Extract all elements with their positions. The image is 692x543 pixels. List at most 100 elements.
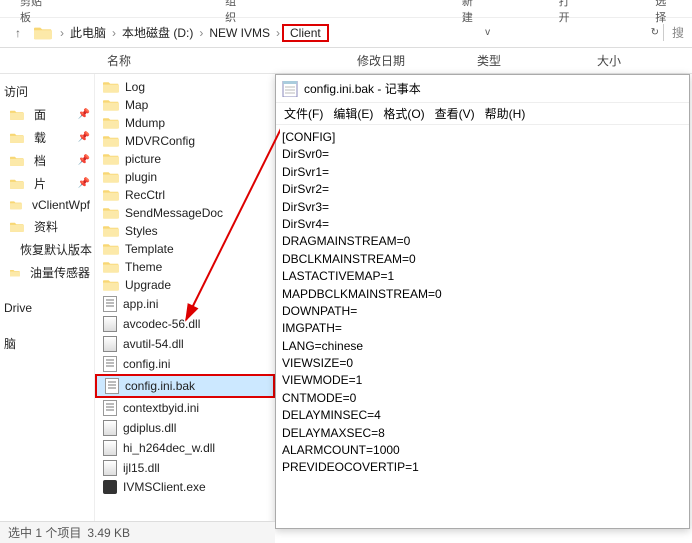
text-line: IMGPATH= xyxy=(282,320,683,337)
file-item[interactable]: RecCtrl xyxy=(95,186,275,204)
exe-file-icon xyxy=(103,480,117,494)
text-line: DBCLKMAINSTREAM=0 xyxy=(282,251,683,268)
crumb-disk[interactable]: 本地磁盘 (D:) xyxy=(118,24,197,41)
col-type[interactable]: 类型 xyxy=(477,52,597,69)
file-name: gdiplus.dll xyxy=(123,421,176,435)
folder-icon xyxy=(103,116,119,130)
file-item[interactable]: Log xyxy=(95,78,275,96)
pin-icon: 📌 xyxy=(78,155,90,166)
text-line: LASTACTIVEMAP=1 xyxy=(282,268,683,285)
sidebar-item[interactable]: 片📌 xyxy=(0,172,94,195)
file-item[interactable]: avcodec-56.dll xyxy=(95,314,275,334)
sidebar-item[interactable]: vClientWpf xyxy=(0,195,94,215)
file-item[interactable]: Upgrade xyxy=(95,276,275,294)
sidebar-pc[interactable]: 脑 xyxy=(0,332,94,355)
dll-file-icon xyxy=(103,420,117,436)
sidebar-item[interactable]: 油量传感器 xyxy=(0,261,94,284)
file-item[interactable]: IVMSClient.exe xyxy=(95,478,275,496)
crumb-ivms[interactable]: NEW IVMS xyxy=(205,26,274,40)
file-name: IVMSClient.exe xyxy=(123,480,206,494)
menu-item[interactable]: 帮助(H) xyxy=(485,105,526,122)
ribbon-select: 选择 xyxy=(655,0,672,25)
chevron-right-icon: › xyxy=(58,26,66,40)
folder-icon xyxy=(103,134,119,148)
sidebar-item[interactable]: 访问 xyxy=(0,80,94,103)
file-name: ijl15.dll xyxy=(123,461,160,475)
text-line: LANG=chinese xyxy=(282,338,683,355)
file-item[interactable]: SendMessageDoc xyxy=(95,204,275,222)
file-name: Styles xyxy=(125,224,158,238)
chevron-right-icon: › xyxy=(274,26,282,40)
text-line: MAPDBCLKMAINSTREAM=0 xyxy=(282,286,683,303)
file-item[interactable]: contextbyid.ini xyxy=(95,398,275,418)
folder-icon xyxy=(103,278,119,292)
notepad-title-text: config.ini.bak - 记事本 xyxy=(304,80,421,97)
columns-header: 名称 修改日期 类型 大小 xyxy=(0,48,692,74)
crumb-pc[interactable]: 此电脑 xyxy=(66,24,110,41)
folder-icon xyxy=(103,188,119,202)
file-item[interactable]: picture xyxy=(95,150,275,168)
file-item[interactable]: app.ini xyxy=(95,294,275,314)
file-item[interactable]: plugin xyxy=(95,168,275,186)
file-item[interactable]: gdiplus.dll xyxy=(95,418,275,438)
refresh-icon[interactable]: ↻ xyxy=(651,27,659,38)
nav-up-button[interactable]: ↑ xyxy=(8,23,28,43)
ribbon-clipboard: 剪贴板 xyxy=(20,0,45,25)
file-item[interactable]: ijl15.dll xyxy=(95,458,275,478)
file-item[interactable]: config.ini.bak xyxy=(95,374,275,398)
folder-icon xyxy=(34,25,52,41)
text-line: [CONFIG] xyxy=(282,129,683,146)
menu-item[interactable]: 编辑(E) xyxy=(333,105,373,122)
file-name: RecCtrl xyxy=(125,188,165,202)
sidebar: 访问面📌载📌档📌片📌vClientWpf资料恢复默认版本油量传感器 Drive 脑 xyxy=(0,74,95,534)
sidebar-item[interactable]: 面📌 xyxy=(0,103,94,126)
text-line: DELAYMINSEC=4 xyxy=(282,407,683,424)
status-text: 选中 1 个项目 xyxy=(8,524,81,541)
menu-item[interactable]: 文件(F) xyxy=(284,105,323,122)
text-line: DELAYMAXSEC=8 xyxy=(282,425,683,442)
folder-icon xyxy=(103,98,119,112)
file-item[interactable]: avutil-54.dll xyxy=(95,334,275,354)
menu-item[interactable]: 格式(O) xyxy=(383,105,424,122)
search-input[interactable]: 搜 xyxy=(663,24,684,41)
status-size: 3.49 KB xyxy=(87,526,130,540)
col-size[interactable]: 大小 xyxy=(597,52,692,69)
text-line: PREVIDEOCOVERTIP=1 xyxy=(282,459,683,476)
notepad-content[interactable]: [CONFIG]DirSvr0=DirSvr1=DirSvr2=DirSvr3=… xyxy=(276,125,689,481)
crumb-client[interactable]: Client xyxy=(282,24,329,42)
breadcrumb: ↑ › 此电脑 › 本地磁盘 (D:) › NEW IVMS › Client … xyxy=(0,18,692,48)
file-name: plugin xyxy=(125,170,157,184)
notepad-window[interactable]: config.ini.bak - 记事本 文件(F) 编辑(E) 格式(O) 查看(V… xyxy=(275,74,690,529)
file-name: Log xyxy=(125,80,145,94)
dropdown-icon[interactable]: v xyxy=(485,27,490,38)
file-item[interactable]: Template xyxy=(95,240,275,258)
folder-icon xyxy=(103,224,119,238)
file-list: Log Map MdumpMDVRConfigpicture plugin RecCtr… xyxy=(95,74,275,534)
notepad-icon xyxy=(282,81,298,97)
file-item[interactable]: Styles xyxy=(95,222,275,240)
file-item[interactable]: hi_h264dec_w.dll xyxy=(95,438,275,458)
file-item[interactable]: Theme xyxy=(95,258,275,276)
folder-icon xyxy=(103,260,119,274)
ribbon-organize: 组织 xyxy=(225,0,242,25)
pin-icon: 📌 xyxy=(78,178,90,189)
text-line: DirSvr3= xyxy=(282,199,683,216)
sidebar-item[interactable]: 载📌 xyxy=(0,126,94,149)
text-line: DirSvr2= xyxy=(282,181,683,198)
sidebar-drive[interactable]: Drive xyxy=(0,298,94,318)
col-date[interactable]: 修改日期 xyxy=(357,52,477,69)
file-item[interactable]: Map xyxy=(95,96,275,114)
col-name[interactable]: 名称 xyxy=(99,52,357,69)
file-item[interactable]: Mdump xyxy=(95,114,275,132)
ini-file-icon xyxy=(103,400,117,416)
ini-file-icon xyxy=(103,356,117,372)
file-name: Map xyxy=(125,98,148,112)
dll-file-icon xyxy=(103,316,117,332)
file-item[interactable]: config.ini xyxy=(95,354,275,374)
sidebar-item[interactable]: 资料 xyxy=(0,215,94,238)
sidebar-item[interactable]: 恢复默认版本 xyxy=(0,238,94,261)
file-item[interactable]: MDVRConfig xyxy=(95,132,275,150)
notepad-titlebar[interactable]: config.ini.bak - 记事本 xyxy=(276,75,689,103)
sidebar-item[interactable]: 档📌 xyxy=(0,149,94,172)
menu-item[interactable]: 查看(V) xyxy=(435,105,475,122)
